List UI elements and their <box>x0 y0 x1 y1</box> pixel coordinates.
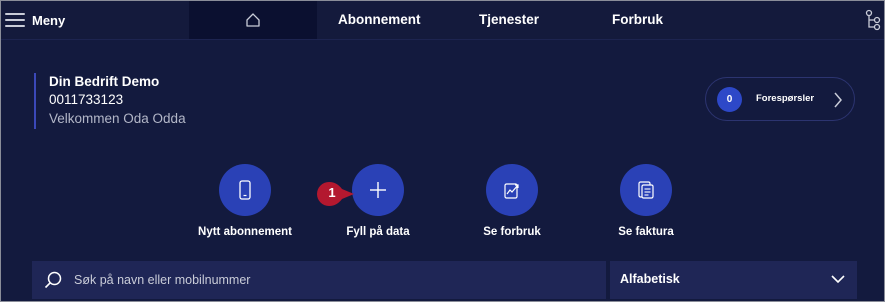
sort-dropdown[interactable]: Alfabetisk <box>610 261 857 299</box>
search-input[interactable] <box>72 272 576 288</box>
nav-tab-tjenester[interactable]: Tjenester <box>479 1 539 39</box>
view-invoice-button[interactable]: Se faktura <box>586 164 706 238</box>
nav-home-tab[interactable] <box>189 1 317 39</box>
phone-icon <box>239 180 251 200</box>
company-number: 0011733123 <box>49 92 124 107</box>
nav-tab-forbruk[interactable]: Forbruk <box>612 1 663 39</box>
search-icon <box>43 270 63 290</box>
menu-label: Meny <box>32 12 66 28</box>
requests-count-badge: 0 <box>717 87 742 112</box>
view-usage-circle <box>486 164 538 216</box>
new-subscription-label: Nytt abonnement <box>198 226 292 238</box>
top-up-data-circle <box>352 164 404 216</box>
usage-chart-icon <box>504 183 519 199</box>
nav-tab-abonnement[interactable]: Abonnement <box>338 1 421 39</box>
view-invoice-label: Se faktura <box>618 226 674 238</box>
view-usage-label: Se forbruk <box>483 226 541 238</box>
menu-button[interactable]: Meny <box>5 9 65 31</box>
hamburger-icon <box>5 12 25 28</box>
new-subscription-button[interactable]: Nytt abonnement <box>185 164 305 238</box>
sort-selected-value: Alfabetisk <box>620 272 680 286</box>
home-icon <box>246 13 260 27</box>
search-bar[interactable] <box>32 261 606 299</box>
requests-button[interactable]: 0 Forespørsler <box>705 77 855 121</box>
chevron-down-icon <box>831 275 845 284</box>
org-tree-icon[interactable] <box>864 9 882 31</box>
chevron-right-icon <box>834 92 842 108</box>
top-navigation: Meny Abonnement Tjenester Forbruk <box>1 1 884 40</box>
company-info: Din Bedrift Demo 0011733123 Velkommen Od… <box>34 73 186 129</box>
app-frame: Meny Abonnement Tjenester Forbruk Din Be… <box>0 0 885 302</box>
welcome-text: Velkommen Oda Odda <box>49 111 186 126</box>
requests-label: Forespørsler <box>756 93 815 104</box>
view-invoice-circle <box>620 164 672 216</box>
new-subscription-circle <box>219 164 271 216</box>
step-marker-number: 1 <box>328 185 336 200</box>
view-usage-button[interactable]: Se forbruk <box>452 164 572 238</box>
plus-icon <box>370 182 386 198</box>
company-name: Din Bedrift Demo <box>49 74 160 89</box>
invoice-icon <box>638 181 654 199</box>
top-up-data-label: Fyll på data <box>346 226 410 238</box>
